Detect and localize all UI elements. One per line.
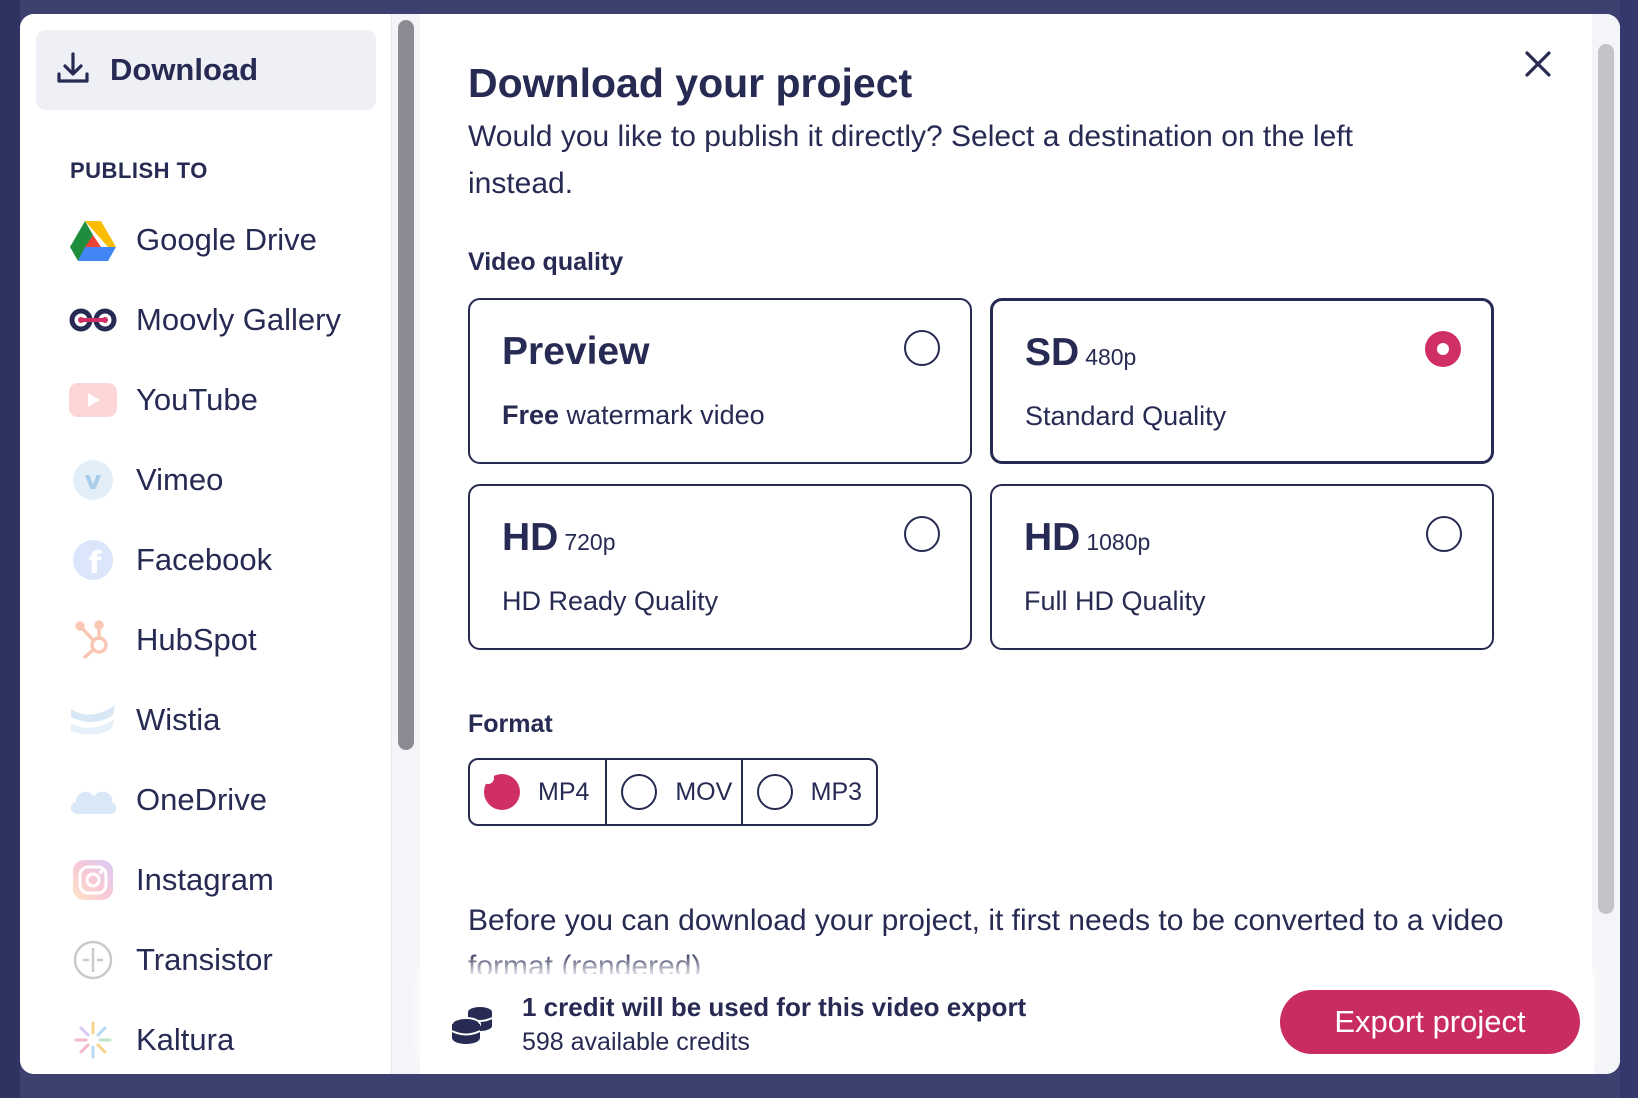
sidebar-item-label: Transistor: [136, 942, 273, 977]
quality-radio[interactable]: [1426, 516, 1462, 552]
google-drive-icon: [68, 215, 118, 265]
sidebar-item-facebook[interactable]: f Facebook: [36, 520, 373, 600]
sidebar-item-onedrive[interactable]: OneDrive: [36, 760, 373, 840]
facebook-icon: f: [68, 535, 118, 585]
sidebar-item-label: Instagram: [136, 862, 274, 897]
sidebar-item-transistor[interactable]: Transistor: [36, 920, 373, 1000]
onedrive-icon: [68, 775, 118, 825]
format-options: MP4 MOV MP3: [468, 758, 878, 826]
quality-radio[interactable]: [904, 330, 940, 366]
coins-icon: [450, 1004, 494, 1049]
quality-desc: HD Ready Quality: [502, 586, 719, 616]
hubspot-icon: [68, 615, 118, 665]
format-option-mp4[interactable]: MP4: [470, 760, 605, 824]
quality-desc: watermark video: [559, 400, 765, 430]
svg-text:v: v: [85, 466, 102, 496]
transistor-icon: [68, 935, 118, 985]
format-radio[interactable]: [756, 774, 793, 810]
format-label-text: MP3: [810, 777, 863, 806]
backdrop: [0, 0, 20, 1098]
backdrop-right: [1620, 0, 1638, 1098]
format-radio[interactable]: [621, 774, 658, 810]
quality-options: Preview Free watermark video SD 480p Stan…: [468, 298, 1498, 658]
quality-name: Preview: [502, 330, 650, 373]
video-quality-label: Video quality: [468, 248, 624, 276]
youtube-icon: [68, 375, 118, 425]
sidebar-item-download[interactable]: Download: [36, 30, 376, 110]
sidebar-item-label: Vimeo: [136, 462, 224, 497]
moovly-icon: [68, 295, 118, 345]
sidebar-item-instagram[interactable]: Instagram: [36, 840, 373, 920]
sidebar-item-label: HubSpot: [136, 622, 257, 657]
main-panel: Download your project Would you like to …: [420, 14, 1620, 1074]
sidebar-item-label: YouTube: [136, 382, 258, 417]
svg-text:f: f: [88, 546, 102, 581]
publish-to-heading: PUBLISH TO: [70, 158, 208, 183]
format-radio-selected[interactable]: [484, 774, 520, 810]
main-content: Download your project Would you like to …: [468, 60, 1528, 983]
sidebar-scrollbar-thumb[interactable]: [398, 20, 414, 750]
quality-desc: Full HD Quality: [1024, 586, 1206, 616]
quality-name: HD: [502, 516, 559, 559]
format-option-mp3[interactable]: MP3: [740, 760, 876, 824]
kaltura-icon: [68, 1015, 118, 1065]
format-label-text: MOV: [675, 777, 733, 806]
sidebar-item-wistia[interactable]: Wistia: [36, 680, 373, 760]
format-label: Format: [468, 710, 553, 738]
quality-desc: Standard Quality: [1025, 401, 1227, 431]
destination-list: Google Drive Moovly Gallery YouTube v Vi…: [36, 200, 373, 1074]
credit-usage-text: 1 credit will be used for this video exp…: [522, 992, 1027, 1022]
format-label-text: MP4: [538, 777, 590, 806]
available-credits-text: 598 available credits: [522, 1028, 750, 1056]
close-icon: [1525, 51, 1551, 77]
quality-resolution: 480p: [1085, 344, 1137, 370]
sidebar-item-kaltura[interactable]: Kaltura: [36, 1000, 373, 1074]
sidebar-item-label: Facebook: [136, 542, 273, 577]
quality-name: HD: [1024, 516, 1081, 559]
quality-radio-selected[interactable]: [1425, 331, 1461, 367]
quality-desc-bold: Free: [502, 400, 560, 430]
sidebar-item-vimeo[interactable]: v Vimeo: [36, 440, 373, 520]
download-icon: [54, 49, 92, 92]
sidebar-item-moovly-gallery[interactable]: Moovly Gallery: [36, 280, 373, 360]
export-footer: 1 credit will be used for this video exp…: [420, 974, 1594, 1074]
wistia-icon: [68, 695, 118, 745]
quality-option-preview[interactable]: Preview Free watermark video: [468, 298, 972, 464]
sidebar-item-label: Google Drive: [136, 222, 317, 257]
sidebar-item-label: Wistia: [136, 702, 221, 737]
sidebar-item-label: OneDrive: [136, 782, 267, 817]
sidebar-item-label: Moovly Gallery: [136, 302, 341, 337]
format-option-mov[interactable]: MOV: [605, 760, 740, 824]
quality-resolution: 720p: [564, 529, 616, 555]
sidebar: Download PUBLISH TO Google Drive Moovly …: [20, 14, 392, 1074]
sidebar-item-youtube[interactable]: YouTube: [36, 360, 373, 440]
sidebar-item-label: Kaltura: [136, 1022, 235, 1057]
main-scrollbar-thumb[interactable]: [1598, 44, 1614, 914]
sidebar-item-google-drive[interactable]: Google Drive: [36, 200, 373, 280]
instagram-icon: [68, 855, 118, 905]
quality-radio[interactable]: [904, 516, 940, 552]
quality-name: SD: [1025, 331, 1080, 374]
vimeo-icon: v: [68, 455, 118, 505]
page-title: Download your project: [468, 60, 913, 106]
quality-option-hd-1080[interactable]: HD 1080p Full HD Quality: [990, 484, 1494, 650]
quality-resolution: 1080p: [1086, 529, 1151, 555]
quality-option-sd[interactable]: SD 480p Standard Quality: [990, 298, 1494, 464]
quality-option-hd-720[interactable]: HD 720p HD Ready Quality: [468, 484, 972, 650]
export-project-button[interactable]: Export project: [1280, 990, 1580, 1054]
download-modal: Download PUBLISH TO Google Drive Moovly …: [20, 14, 1620, 1074]
page-subtitle: Would you like to publish it directly? S…: [468, 120, 1353, 200]
sidebar-item-hubspot[interactable]: HubSpot: [36, 600, 373, 680]
sidebar-item-label: Download: [110, 52, 259, 87]
